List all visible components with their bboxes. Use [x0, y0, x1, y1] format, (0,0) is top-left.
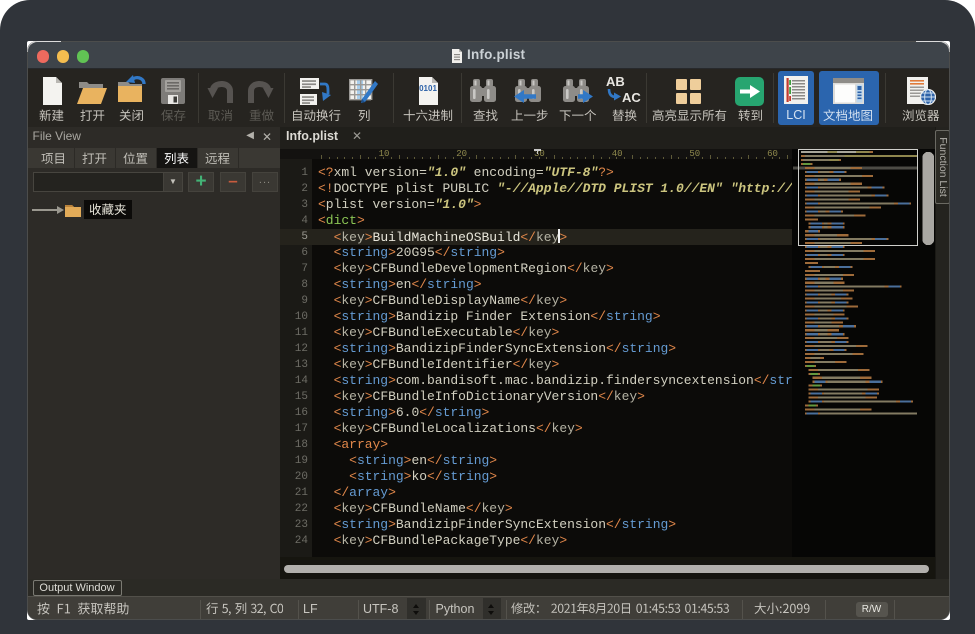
svg-text:0101: 0101: [419, 84, 437, 93]
svg-text:AB: AB: [606, 75, 625, 89]
svg-text:AC: AC: [622, 90, 641, 104]
